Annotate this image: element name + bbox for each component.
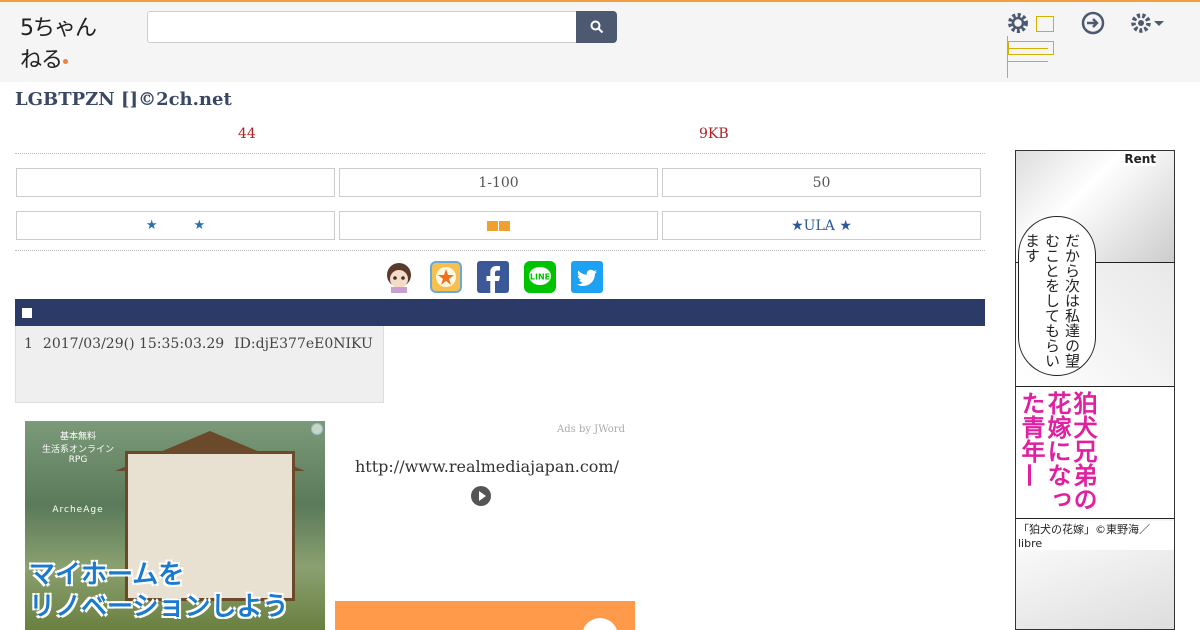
logo-dot xyxy=(63,58,69,64)
site-logo[interactable]: 5ちゃんねる xyxy=(20,10,116,73)
app-icon[interactable] xyxy=(430,261,462,293)
speech-text: だから次は私達の望むことをしてもらいます xyxy=(1023,233,1081,368)
post-header: 1 2017/03/29() 15:35:03.29 ID:djE377eE0NIK… xyxy=(24,336,383,352)
ad-brand-block: 基本無料 生活系オンラインRPG ArcheAge xyxy=(33,429,123,515)
star-left: ★ xyxy=(145,218,158,233)
post-count: 44 xyxy=(238,126,256,142)
nav-ula-button[interactable]: ★ULA ★ xyxy=(662,211,981,240)
login-icon[interactable] xyxy=(1079,9,1107,37)
manga-ad[interactable]: Rent だから次は私達の望むことをしてもらいます 狛犬兄弟の花嫁になった青年—… xyxy=(1015,150,1175,630)
orange-square xyxy=(499,220,510,231)
twitter-icon[interactable] xyxy=(571,261,603,293)
jword-ad[interactable]: Ads by JWord http://www.realmediajapan.c… xyxy=(335,421,635,630)
settings-gear-icon[interactable] xyxy=(1004,9,1032,37)
thread-title: LGBTPZN []©2ch.net xyxy=(15,89,232,110)
divider xyxy=(15,153,985,154)
settings-label-box xyxy=(1036,16,1054,32)
post-date: 2017/03/29() 15:35:03.29 xyxy=(42,336,225,352)
ad-copy-line1: マイホームを xyxy=(29,560,185,590)
ad-circle xyxy=(582,618,618,630)
gear-dropdown-icon[interactable] xyxy=(1130,9,1168,37)
manga-credit: 「狛犬の花嫁」©東野海／libre xyxy=(1016,521,1174,550)
ad-orange-banner[interactable] xyxy=(335,601,635,630)
ad-copy: マイホームを リノベーションしよう xyxy=(29,559,325,623)
manga-title: 狛犬兄弟の花嫁になった青年— xyxy=(1017,391,1097,511)
ad-info-icon[interactable] xyxy=(311,423,323,435)
ad-copy-line2: リノベーションしよう xyxy=(29,592,289,622)
yellow-guide-lines xyxy=(1007,36,1057,78)
search-input[interactable] xyxy=(147,11,577,43)
play-icon[interactable] xyxy=(471,486,491,506)
nav-all-button[interactable] xyxy=(16,168,335,197)
ad-badge-line1: 基本無料 xyxy=(59,432,96,442)
facebook-icon[interactable] xyxy=(477,261,509,293)
post-item: 1 2017/03/29() 15:35:03.29 ID:djE377eE0NIK… xyxy=(15,326,384,403)
thread-size: 9KB xyxy=(699,126,729,142)
avatar-icon[interactable] xyxy=(383,261,415,293)
svg-text:LINE: LINE xyxy=(530,273,550,282)
nav-orange-button[interactable] xyxy=(339,211,658,240)
archeage-ad[interactable]: 基本無料 生活系オンラインRPG ArcheAge マイホームを リノベーション… xyxy=(25,421,325,630)
nav-first-100-button[interactable]: 1-100 xyxy=(339,168,658,197)
nav-star-button[interactable]: ★ ★ xyxy=(16,211,335,240)
nav-latest-50-button[interactable]: 50 xyxy=(662,168,981,197)
post-number[interactable]: 1 xyxy=(24,336,33,352)
ad-brand-name: ArcheAge xyxy=(52,505,104,515)
ad-badge-line2: 生活系オンラインRPG xyxy=(41,445,114,465)
line-icon[interactable]: LINE xyxy=(524,261,556,293)
post-id[interactable]: ID:djE377eE0NIKU xyxy=(234,336,373,352)
ad-url[interactable]: http://www.realmediajapan.com/ xyxy=(355,457,619,476)
thread-header-bar xyxy=(15,299,985,326)
star-right: ★ xyxy=(193,218,206,233)
search-icon xyxy=(590,20,603,34)
rent-label: Rent xyxy=(1124,152,1156,166)
orange-square xyxy=(487,220,498,231)
search-button[interactable] xyxy=(576,11,617,43)
divider xyxy=(15,250,985,251)
bar-square xyxy=(22,308,32,318)
ad-by-label: Ads by JWord xyxy=(557,424,625,435)
